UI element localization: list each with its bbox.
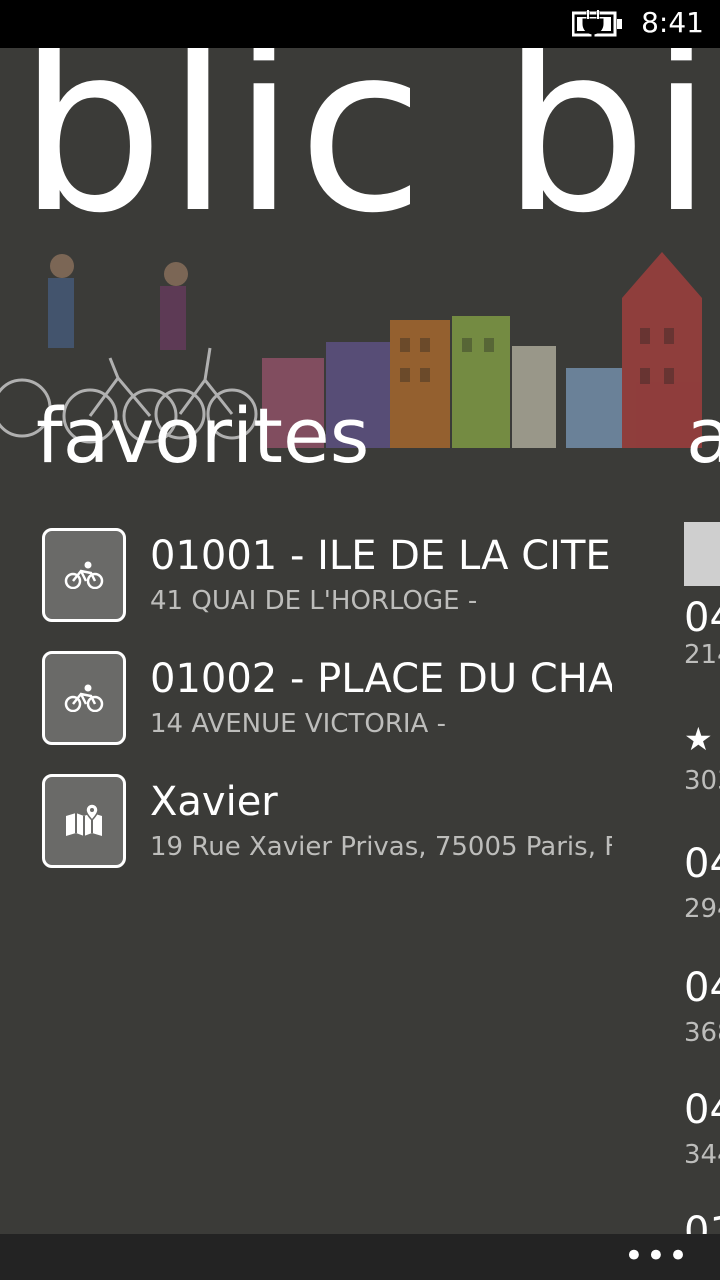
map-pin-icon: [42, 774, 126, 868]
next-item-sub: 294: [684, 894, 720, 924]
bicycle-icon: [42, 651, 126, 745]
favorites-title: favorites: [36, 391, 370, 480]
next-list-item[interactable]: 04 214: [684, 598, 720, 672]
next-item-main: ★ (: [684, 720, 720, 758]
next-item-sub: 368: [684, 1018, 720, 1048]
battery-charging-icon: [572, 10, 622, 38]
next-list-item[interactable]: ★ ( 303: [684, 714, 720, 798]
next-item-main: 04: [684, 841, 720, 887]
favorite-address: 19 Rue Xavier Privas, 75005 Paris, Fr: [150, 832, 612, 862]
more-options-button[interactable]: •••: [624, 1238, 690, 1274]
next-list-item[interactable]: 04 294: [684, 836, 720, 926]
favorite-item[interactable]: Xavier 19 Rue Xavier Privas, 75005 Paris…: [42, 774, 612, 897]
favorite-item[interactable]: 01001 - ILE DE LA CITE 41 QUAI DE L'HORL…: [42, 528, 612, 651]
favorite-item[interactable]: 01002 - PLACE DU CHA 14 AVENUE VICTORIA …: [42, 651, 612, 774]
favorite-name: Xavier: [150, 779, 278, 825]
panorama-header: blic bi favorites a: [0, 48, 720, 488]
next-item-main: 04: [684, 965, 720, 1011]
status-bar: 8:41: [0, 0, 720, 48]
next-item-sub: 214: [684, 640, 720, 670]
favorite-address: 14 AVENUE VICTORIA -: [150, 709, 446, 739]
next-item-main: 04: [684, 1087, 720, 1133]
next-list-item[interactable]: 04 344: [684, 1082, 720, 1172]
favorite-address: 41 QUAI DE L'HORLOGE -: [150, 586, 478, 616]
next-item-sub: 344: [684, 1140, 720, 1170]
next-item-sub: 303: [684, 766, 720, 796]
next-section-title[interactable]: a: [686, 398, 720, 474]
favorites-list: 01001 - ILE DE LA CITE 41 QUAI DE L'HORL…: [42, 528, 612, 897]
clock: 8:41: [641, 6, 704, 39]
favorite-name: 01002 - PLACE DU CHA: [150, 656, 612, 702]
app-bar: •••: [0, 1234, 720, 1280]
next-section-list: 04 214 ★ ( 303 04 294 04 368 04 344 01: [684, 520, 720, 1235]
next-item-main: 01: [684, 1209, 720, 1235]
bicycle-icon: [42, 528, 126, 622]
next-list-item[interactable]: 01: [684, 1204, 720, 1235]
next-list-item[interactable]: 04 368: [684, 960, 720, 1050]
next-section-tile[interactable]: [684, 522, 720, 586]
panorama-title: blic bi: [18, 48, 716, 264]
next-item-main: 04: [684, 595, 720, 641]
favorite-name: 01001 - ILE DE LA CITE: [150, 533, 611, 579]
